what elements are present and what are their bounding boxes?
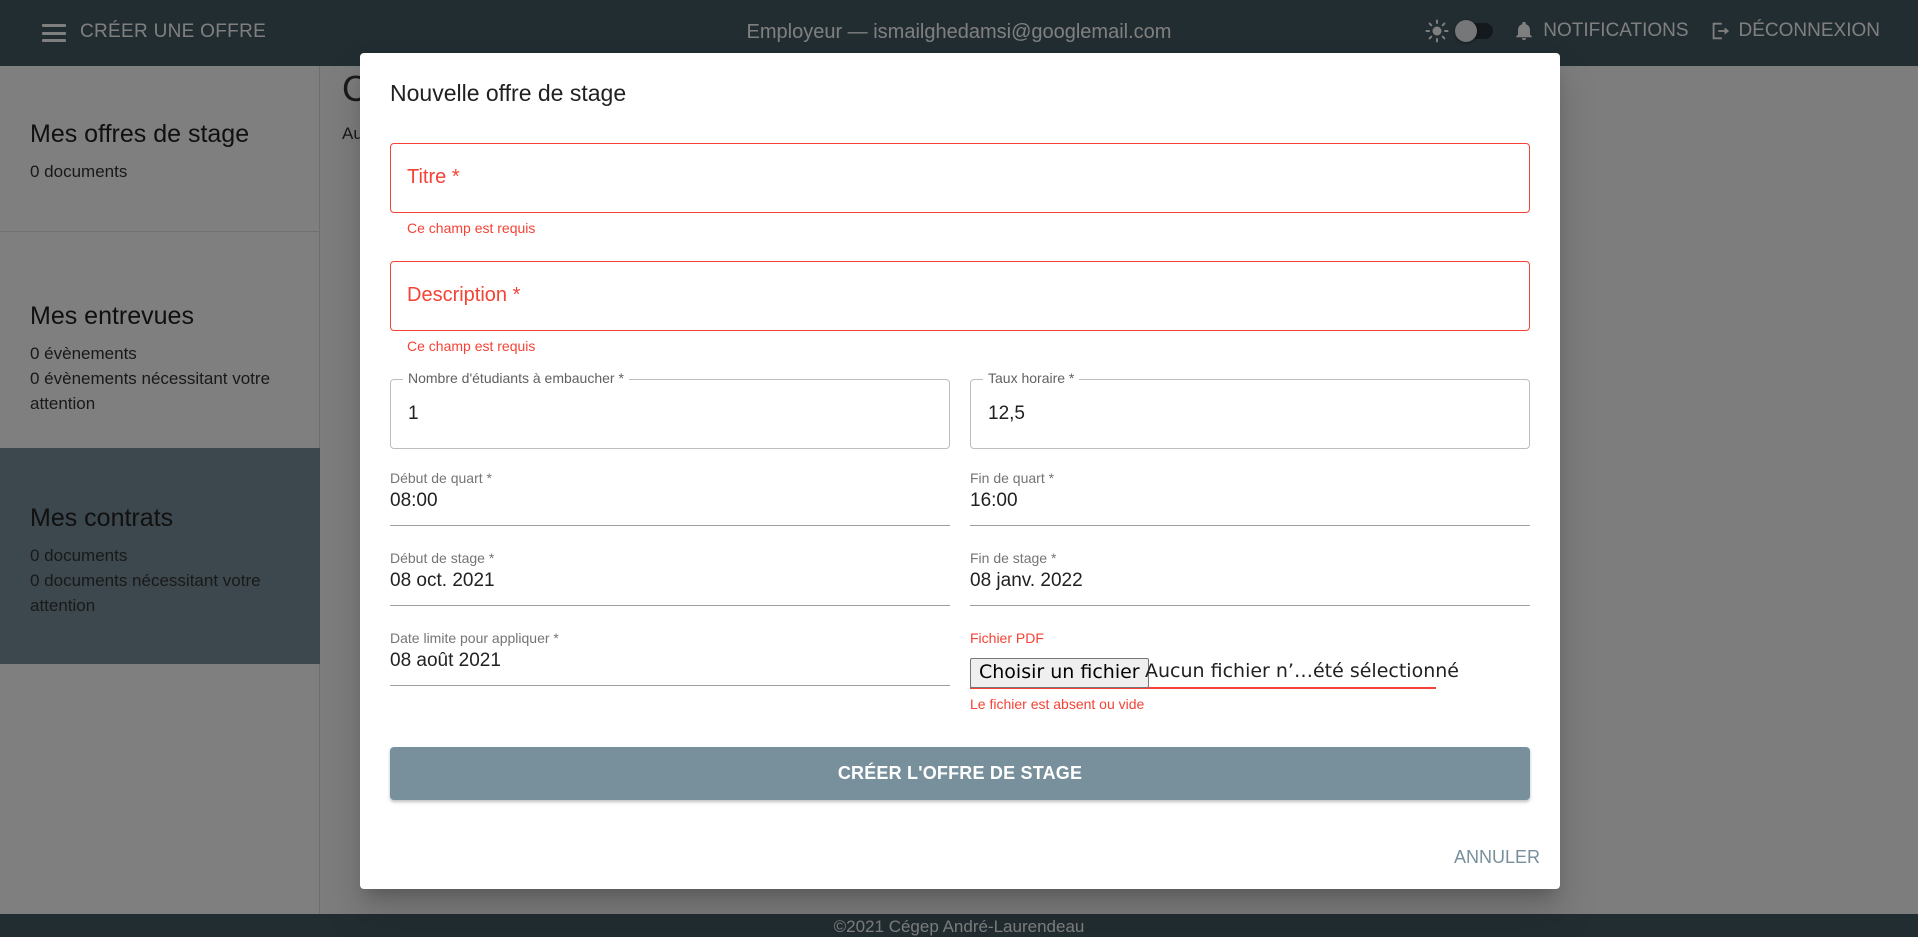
fichier-label: Fichier PDF <box>970 630 1044 646</box>
fin-stage-field[interactable]: Fin de stage * 08 janv. 2022 <box>970 550 1530 606</box>
taux-horaire-value: 12,5 <box>988 403 1025 424</box>
file-status: Aucun fichier n’…été sélectionné <box>1145 660 1459 682</box>
titre-field[interactable]: Titre * <box>390 143 1530 213</box>
debut-stage-field[interactable]: Début de stage * 08 oct. 2021 <box>390 550 950 606</box>
titre-error: Ce champ est requis <box>407 220 536 236</box>
create-offer-submit-button[interactable]: CRÉER L'OFFRE DE STAGE <box>390 747 1530 800</box>
dialog-title: Nouvelle offre de stage <box>390 80 627 106</box>
description-field[interactable]: Description * <box>390 261 1530 331</box>
fichier-input[interactable]: Choisir un fichier Aucun fichier n’…été … <box>970 656 1459 689</box>
taux-horaire-field[interactable]: Taux horaire * 12,5 <box>970 370 1530 449</box>
fin-quart-field[interactable]: Fin de quart * 16:00 <box>970 470 1530 526</box>
date-limite-label: Date limite pour appliquer * <box>390 630 559 646</box>
titre-placeholder: Titre * <box>407 166 460 188</box>
fin-quart-value: 16:00 <box>970 490 1018 511</box>
fin-quart-label: Fin de quart * <box>970 470 1055 486</box>
description-placeholder: Description * <box>407 284 521 306</box>
debut-stage-value: 08 oct. 2021 <box>390 570 495 591</box>
fichier-error: Le fichier est absent ou vide <box>970 696 1145 712</box>
cancel-button[interactable]: ANNULER <box>1454 847 1540 868</box>
date-limite-value: 08 août 2021 <box>390 650 501 671</box>
choose-file-button[interactable]: Choisir un fichier <box>970 658 1149 688</box>
debut-quart-value: 08:00 <box>390 490 438 511</box>
debut-stage-label: Début de stage * <box>390 550 495 566</box>
fichier-label-wrap: Fichier PDF <box>970 630 1436 650</box>
nb-etudiants-value: 1 <box>408 403 419 424</box>
nb-etudiants-label: Nombre d'étudiants à embaucher * <box>403 370 629 386</box>
fin-stage-value: 08 janv. 2022 <box>970 570 1083 591</box>
date-limite-field[interactable]: Date limite pour appliquer * 08 août 202… <box>390 630 950 686</box>
debut-quart-field[interactable]: Début de quart * 08:00 <box>390 470 950 526</box>
fin-stage-label: Fin de stage * <box>970 550 1057 566</box>
taux-horaire-label: Taux horaire * <box>983 370 1080 386</box>
new-offer-dialog: Nouvelle offre de stage Titre * Ce champ… <box>360 53 1560 889</box>
description-error: Ce champ est requis <box>407 338 536 354</box>
nb-etudiants-field[interactable]: Nombre d'étudiants à embaucher * 1 <box>390 370 950 449</box>
debut-quart-label: Début de quart * <box>390 470 492 486</box>
